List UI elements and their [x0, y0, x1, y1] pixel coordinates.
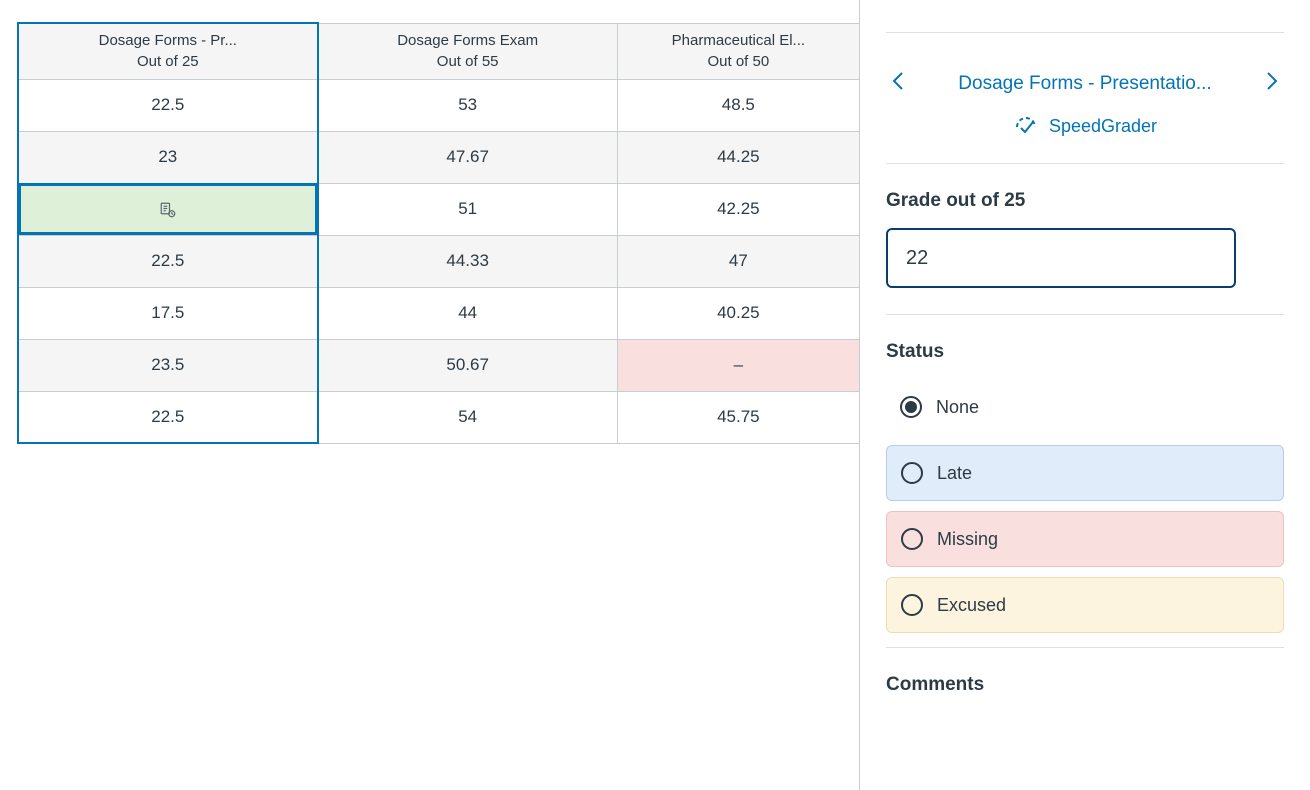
table-row: 22.5 53 48.5	[18, 79, 859, 131]
col-title: Dosage Forms Exam	[319, 32, 617, 49]
table-row: 23 47.67 44.25	[18, 131, 859, 183]
grade-cell[interactable]: 23	[18, 131, 318, 183]
col-title: Pharmaceutical El...	[618, 32, 859, 49]
speedgrader-icon	[1013, 113, 1039, 139]
status-label: Late	[937, 463, 972, 484]
divider	[886, 32, 1284, 33]
grade-cell[interactable]: 44.33	[318, 235, 618, 287]
grade-cell[interactable]: 22.5	[18, 391, 318, 443]
assignment-nav: Dosage Forms - Presentatio...	[886, 47, 1284, 105]
grade-cell[interactable]: 17.5	[18, 287, 318, 339]
col-header-dosage-exam[interactable]: Dosage Forms Exam Out of 55	[318, 23, 618, 79]
grade-cell[interactable]: 47.67	[318, 131, 618, 183]
grade-label: Grade out of 25	[886, 190, 1284, 212]
grade-cell[interactable]: 51	[318, 183, 618, 235]
grade-cell[interactable]: 48.5	[617, 79, 859, 131]
grade-input[interactable]	[886, 228, 1236, 288]
status-options: None Late Missing Excused	[886, 379, 1284, 633]
grade-cell[interactable]: 22.5	[18, 79, 318, 131]
chevron-right-icon	[1264, 71, 1280, 91]
next-assignment-button[interactable]	[1260, 71, 1284, 97]
comments-heading: Comments	[886, 674, 1284, 696]
status-label: Excused	[937, 595, 1006, 616]
table-row: 23.5 50.67 –	[18, 339, 859, 391]
gradebook-table-area: Dosage Forms - Pr... Out of 25 Dosage Fo…	[0, 0, 860, 790]
grade-cell[interactable]: 40.25	[617, 287, 859, 339]
col-sub: Out of 55	[319, 53, 617, 70]
speedgrader-label: SpeedGrader	[1049, 116, 1157, 137]
status-option-late[interactable]: Late	[886, 445, 1284, 501]
radio-icon	[901, 462, 923, 484]
divider	[886, 314, 1284, 315]
grade-detail-tray: Dosage Forms - Presentatio... SpeedGrade…	[860, 0, 1310, 790]
speedgrader-link[interactable]: SpeedGrader	[886, 105, 1284, 163]
grade-cell-missing[interactable]: –	[617, 339, 859, 391]
col-header-pharm-el[interactable]: Pharmaceutical El... Out of 50	[617, 23, 859, 79]
grade-table: Dosage Forms - Pr... Out of 25 Dosage Fo…	[17, 22, 859, 444]
radio-icon	[901, 594, 923, 616]
grade-cell[interactable]: 47	[617, 235, 859, 287]
radio-icon	[901, 528, 923, 550]
col-sub: Out of 50	[618, 53, 859, 70]
table-row: 51 42.25	[18, 183, 859, 235]
status-heading: Status	[886, 341, 1284, 363]
grade-cell[interactable]: 45.75	[617, 391, 859, 443]
grade-cell[interactable]: 44	[318, 287, 618, 339]
grade-cell[interactable]: 22.5	[18, 235, 318, 287]
table-row: 17.5 44 40.25	[18, 287, 859, 339]
grade-cell[interactable]: 23.5	[18, 339, 318, 391]
col-title: Dosage Forms - Pr...	[19, 32, 317, 49]
grade-cell-selected[interactable]	[18, 183, 318, 235]
prev-assignment-button[interactable]	[886, 71, 910, 97]
col-sub: Out of 25	[19, 53, 317, 70]
rubric-icon	[159, 201, 177, 219]
status-option-none[interactable]: None	[886, 379, 1284, 435]
grade-cell[interactable]: 53	[318, 79, 618, 131]
grade-cell[interactable]: 54	[318, 391, 618, 443]
divider	[886, 163, 1284, 164]
grade-cell[interactable]: 50.67	[318, 339, 618, 391]
table-row: 22.5 44.33 47	[18, 235, 859, 287]
divider	[886, 647, 1284, 648]
col-header-dosage-pr[interactable]: Dosage Forms - Pr... Out of 25	[18, 23, 318, 79]
radio-selected-icon	[900, 396, 922, 418]
grade-cell[interactable]: 44.25	[617, 131, 859, 183]
assignment-nav-title[interactable]: Dosage Forms - Presentatio...	[910, 73, 1260, 95]
status-option-excused[interactable]: Excused	[886, 577, 1284, 633]
status-label: None	[936, 397, 979, 418]
chevron-left-icon	[890, 71, 906, 91]
table-row: 22.5 54 45.75	[18, 391, 859, 443]
status-label: Missing	[937, 529, 998, 550]
status-option-missing[interactable]: Missing	[886, 511, 1284, 567]
grade-cell[interactable]: 42.25	[617, 183, 859, 235]
